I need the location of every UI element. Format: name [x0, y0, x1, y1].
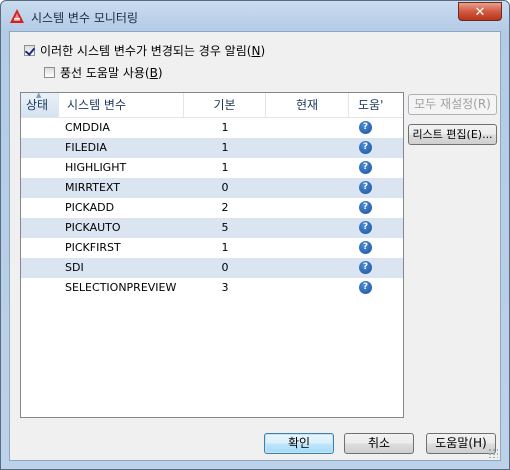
help-question-icon[interactable]: ? [359, 241, 372, 254]
list-item[interactable]: SDI 0? [21, 258, 403, 278]
help-question-icon[interactable]: ? [359, 141, 372, 154]
variable-name: SDI [65, 261, 84, 274]
help-question-icon[interactable]: ? [359, 161, 372, 174]
balloon-label: 풍선 도움말 사용 [60, 66, 145, 80]
close-icon: ✕ [474, 5, 486, 20]
current-value [266, 218, 349, 238]
current-value [266, 198, 349, 218]
list-item[interactable]: PICKFIRST 1? [21, 238, 403, 258]
default-value: 1 [221, 241, 229, 254]
current-value [266, 118, 349, 138]
variable-name: PICKAUTO [65, 221, 121, 234]
help-button[interactable]: 도움말(H) [426, 433, 496, 454]
help-question-icon[interactable]: ? [359, 181, 372, 194]
help-question-icon[interactable]: ? [359, 121, 372, 134]
notify-hotkey: N [251, 43, 261, 58]
variable-name: PICKFIRST [65, 241, 121, 254]
variable-name: SELECTIONPREVIEW [65, 281, 177, 294]
variable-name: MIRRTEXT [65, 181, 120, 194]
default-value: 1 [221, 141, 229, 154]
dialog-window: 시스템 변수 모니터링 ✕ 이러한 시스템 변수가 변경되는 경우 알림(N) … [0, 0, 510, 470]
default-value: 1 [221, 121, 229, 134]
list-item[interactable]: CMDDIA 1? [21, 118, 403, 138]
column-header-help[interactable]: 도움' [349, 93, 403, 117]
list-item[interactable]: PICKADD 2? [21, 198, 403, 218]
variable-name: PICKADD [65, 201, 115, 214]
list-item[interactable]: MIRRTEXT 0? [21, 178, 403, 198]
balloon-checkbox[interactable] [44, 67, 55, 78]
help-question-icon[interactable]: ? [359, 261, 372, 274]
default-value: 1 [221, 161, 229, 174]
current-value [266, 138, 349, 158]
default-value: 0 [221, 181, 229, 194]
variable-name: CMDDIA [65, 121, 110, 134]
list-item[interactable]: HIGHLIGHT 1? [21, 158, 403, 178]
edit-list-button[interactable]: 리스트 편집(E)... [408, 124, 497, 145]
window-title: 시스템 변수 모니터링 [31, 11, 138, 25]
column-header-name[interactable]: 시스템 변수 [59, 93, 184, 117]
variable-name: FILEDIA [65, 141, 107, 154]
column-header-default[interactable]: 기본 [184, 93, 266, 117]
reset-all-button[interactable]: 모두 재설정(R) [408, 94, 497, 115]
notify-option[interactable]: 이러한 시스템 변수가 변경되는 경우 알림(N) [24, 42, 265, 59]
help-question-icon[interactable]: ? [359, 201, 372, 214]
default-value: 3 [221, 281, 229, 294]
help-question-icon[interactable]: ? [359, 221, 372, 234]
current-value [266, 278, 349, 298]
system-variable-list[interactable]: ▲ 상태 시스템 변수 기본 현재 도움' CMDDIA 1? FILEDIA 1? H… [20, 92, 404, 418]
list-header: ▲ 상태 시스템 변수 기본 현재 도움' [21, 93, 403, 118]
notify-label: 이러한 시스템 변수가 변경되는 경우 알림 [40, 44, 247, 58]
list-item[interactable]: SELECTIONPREVIEW 3? [21, 278, 403, 298]
variable-name: HIGHLIGHT [65, 161, 127, 174]
column-header-status[interactable]: ▲ 상태 [21, 93, 59, 117]
current-value [266, 158, 349, 178]
current-value [266, 258, 349, 278]
list-item[interactable]: PICKAUTO 5? [21, 218, 403, 238]
close-button[interactable]: ✕ [458, 2, 502, 21]
default-value: 5 [221, 221, 229, 234]
dialog-body: 이러한 시스템 변수가 변경되는 경우 알림(N) 풍선 도움말 사용(B) ▲… [9, 31, 501, 461]
current-value [266, 178, 349, 198]
notify-checkbox[interactable] [24, 45, 35, 56]
list-item[interactable]: FILEDIA 1? [21, 138, 403, 158]
ok-button[interactable]: 확인 [264, 433, 334, 454]
balloon-option[interactable]: 풍선 도움말 사용(B) [44, 64, 163, 81]
autocad-a-icon [10, 9, 24, 23]
help-question-icon[interactable]: ? [359, 281, 372, 294]
sort-up-icon: ▲ [36, 92, 42, 99]
default-value: 2 [221, 201, 229, 214]
default-value: 0 [221, 261, 229, 274]
balloon-hotkey: B [149, 65, 158, 80]
column-header-current[interactable]: 현재 [266, 93, 349, 117]
title-bar[interactable]: 시스템 변수 모니터링 ✕ [1, 1, 509, 31]
current-value [266, 238, 349, 258]
resize-grip[interactable] [488, 448, 498, 458]
cancel-button[interactable]: 취소 [344, 433, 414, 454]
